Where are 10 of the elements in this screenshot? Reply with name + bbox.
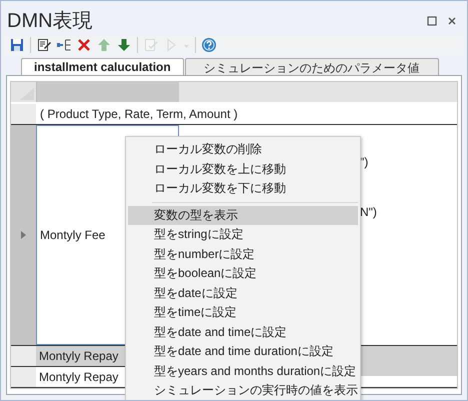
expression-cell-text: ( Product Type, Rate, Term, Amount ): [39, 106, 239, 123]
tab[interactable]: installment caluculation: [21, 58, 184, 75]
menu-item[interactable]: 変数の型を表示: [128, 206, 358, 225]
tab[interactable]: シミュレーションのためのパラメータ値: [184, 58, 439, 75]
expression-text: N"): [360, 205, 378, 219]
row-header: [11, 367, 36, 387]
maximize-icon[interactable]: [427, 16, 437, 26]
help-icon[interactable]: [199, 36, 219, 54]
close-icon[interactable]: [447, 16, 457, 26]
window-title: DMN表現: [7, 9, 93, 34]
